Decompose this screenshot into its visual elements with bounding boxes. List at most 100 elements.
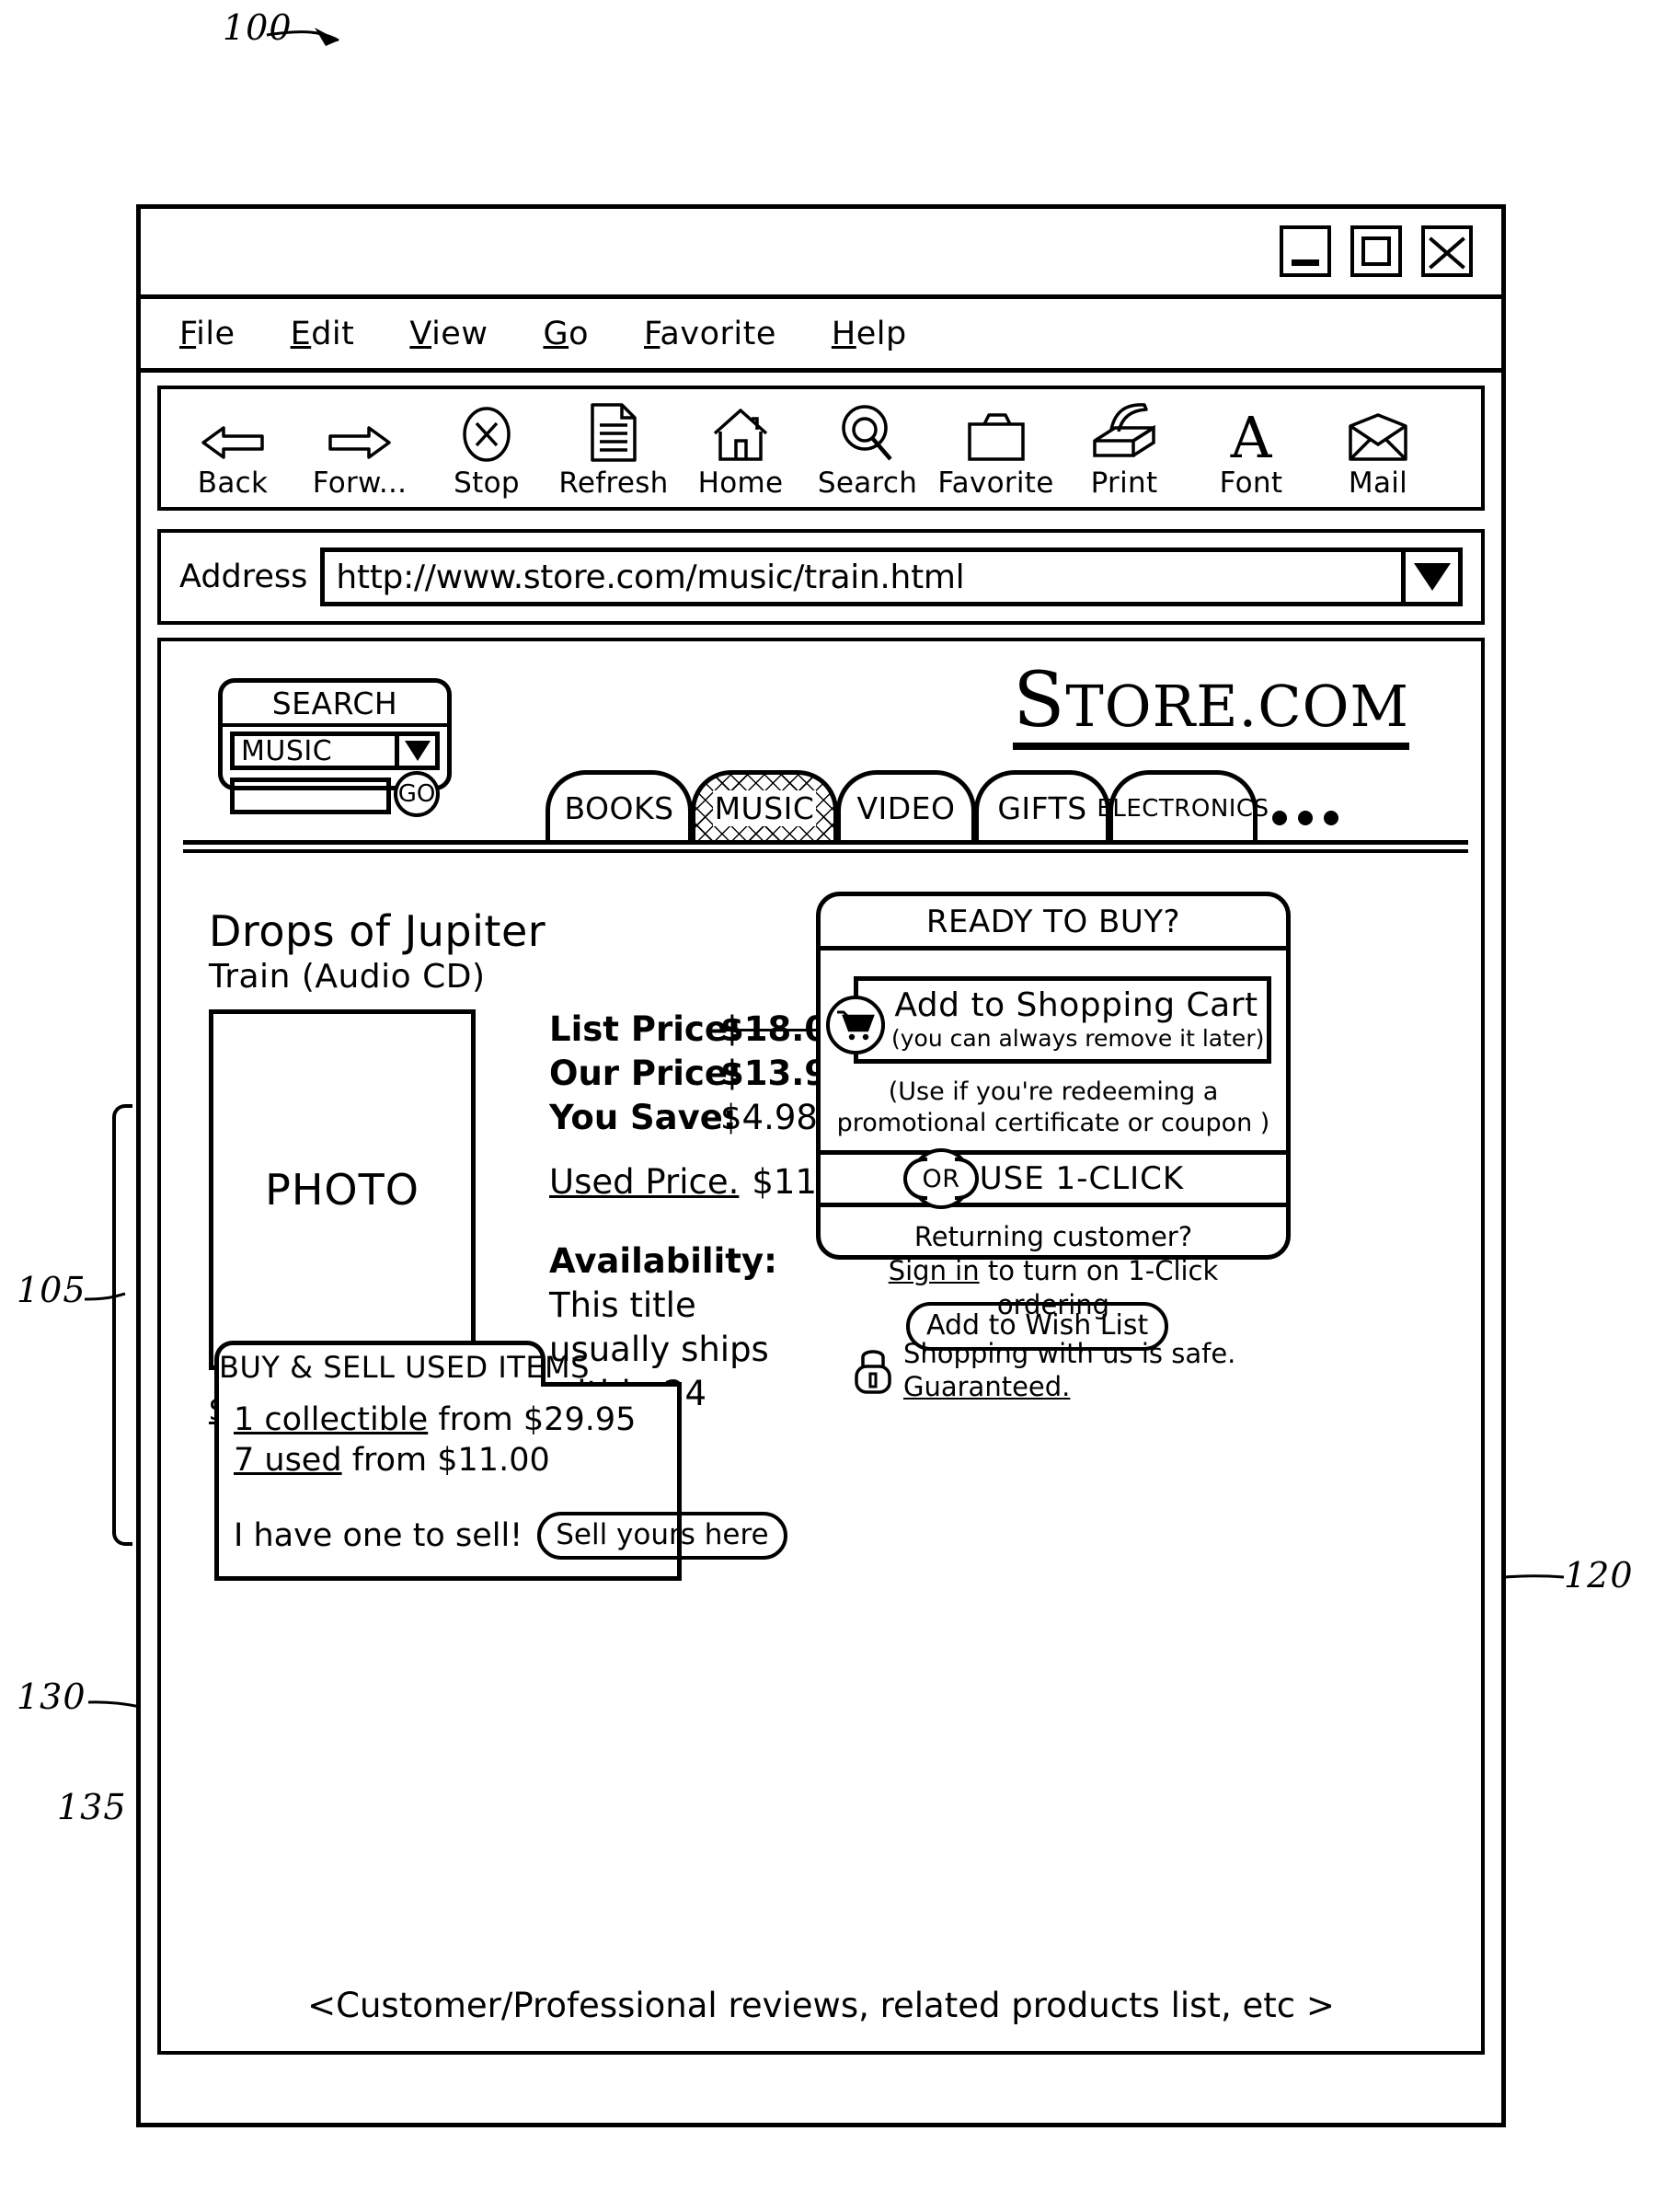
toolbar-button-forward[interactable]: Forw...	[312, 404, 408, 500]
address-input-wrap[interactable]: http://www.store.com/music/train.html	[320, 547, 1463, 606]
toolbar-button-favorite[interactable]: Favorite	[937, 404, 1053, 500]
sign-in-link[interactable]: Sign in	[889, 1255, 980, 1286]
site-search-category-select[interactable]: MUSIC	[230, 732, 440, 770]
menu-accel: H	[831, 315, 856, 352]
nav-tab-label: BOOKS	[564, 790, 674, 826]
address-dropdown-button[interactable]	[1401, 552, 1458, 602]
svg-text:A: A	[1230, 406, 1273, 463]
nav-tab-label: MUSIC	[712, 790, 817, 826]
ref-numeral-120: 120	[1564, 1555, 1634, 1596]
menu-item-go[interactable]: Go	[543, 316, 589, 352]
toolbar-strip: Back Forw... Stop Refresh Home Search Fa…	[141, 373, 1501, 520]
add-to-cart-label: Add to Shopping Cart	[894, 986, 1258, 1024]
or-badge-label: OR	[920, 1164, 962, 1193]
collectible-count-link[interactable]: 1 collectible	[234, 1401, 428, 1438]
availability-label: Availability:	[549, 1241, 777, 1281]
nav-tab-label: ELECTRONICS	[1097, 794, 1269, 823]
toolbar-button-home[interactable]: Home	[693, 404, 788, 500]
menu-item-view[interactable]: View	[409, 316, 488, 352]
toolbar-button-back[interactable]: Back	[185, 404, 281, 500]
menu-label: dit	[311, 315, 355, 352]
menu-accel: G	[543, 315, 569, 352]
returning-customer-prompt: Returning customer?	[913, 1221, 1193, 1252]
menu-label: iew	[431, 315, 488, 352]
nav-tab-electronics[interactable]: ELECTRONICS	[1097, 770, 1269, 842]
ref-numeral-100: 100	[223, 7, 293, 48]
site-search-go-button[interactable]: GO	[394, 771, 440, 817]
menu-bar: File Edit View Go Favorite Help	[141, 299, 1501, 373]
maximize-button[interactable]	[1350, 225, 1402, 277]
arrow-right-icon	[327, 404, 393, 463]
toolbar-button-print[interactable]: Print	[1076, 403, 1172, 500]
used-price-text: from $11.00	[341, 1442, 550, 1479]
ref-numeral-130: 130	[17, 1676, 86, 1717]
shopping-cart-icon	[826, 996, 885, 1054]
site-search-title: SEARCH	[223, 683, 447, 727]
price-label: List Price:	[549, 1009, 741, 1049]
sell-row: I have one to sell! Sell yours here	[234, 1512, 787, 1560]
nav-tab-books[interactable]: BOOKS	[546, 770, 693, 842]
used-price-label[interactable]: Used Price.	[549, 1162, 739, 1202]
toolbar-label: Refresh	[558, 467, 669, 500]
reviews-placeholder-note: <Customer/Professional reviews, related …	[307, 1986, 1335, 2025]
menu-label: elp	[856, 315, 907, 352]
toolbar-button-refresh[interactable]: Refresh	[558, 403, 668, 500]
toolbar-button-search[interactable]: Search	[818, 404, 917, 500]
stop-x-circle-icon	[460, 404, 513, 463]
sell-yours-here-button[interactable]: Sell yours here	[537, 1512, 787, 1560]
padlock-icon	[852, 1344, 894, 1396]
menu-label: ile	[196, 315, 235, 352]
title-bar	[141, 209, 1501, 299]
envelope-icon	[1345, 404, 1411, 463]
toolbar-button-mail[interactable]: Mail	[1330, 404, 1426, 500]
toolbar-label: Stop	[454, 467, 520, 500]
menu-label: avorite	[660, 315, 776, 352]
price-label: Our Price:	[549, 1054, 741, 1093]
chevron-down-icon	[404, 741, 431, 761]
close-button[interactable]	[1421, 225, 1473, 277]
site-search-category-arrow[interactable]	[395, 736, 435, 766]
toolbar-label: Mail	[1348, 467, 1408, 500]
price-label: You Save:	[549, 1098, 737, 1137]
arrow-left-icon	[200, 404, 266, 463]
menu-accel: E	[290, 315, 312, 352]
menu-accel: V	[409, 315, 432, 352]
product-title: Drops of Jupiter	[209, 906, 546, 956]
nav-tab-music[interactable]: MUSIC	[691, 770, 838, 842]
address-input[interactable]: http://www.store.com/music/train.html	[325, 559, 1401, 596]
minimize-icon	[1292, 259, 1319, 266]
nav-tab-gifts[interactable]: GIFTS	[974, 770, 1110, 842]
store-logo-cap: S	[1013, 657, 1066, 744]
add-to-wish-list-button[interactable]: Add to Wish List	[906, 1302, 1169, 1351]
minimize-button[interactable]	[1280, 225, 1331, 277]
guaranteed-link[interactable]: Guaranteed.	[903, 1371, 1070, 1402]
page-viewport: SEARCH MUSIC GO STORE.COM BOOKS MUSIC VI…	[157, 638, 1485, 2055]
folder-icon	[966, 404, 1027, 463]
menu-item-file[interactable]: File	[179, 316, 235, 352]
add-to-cart-sublabel: (you can always remove it later)	[891, 1025, 1265, 1052]
nav-tab-video[interactable]: VIDEO	[836, 770, 976, 842]
more-tabs-ellipsis-icon[interactable]	[1272, 811, 1350, 825]
site-search-input[interactable]	[230, 778, 391, 814]
site-nav-tabs: BOOKS MUSIC VIDEO GIFTS ELECTRONICS	[546, 770, 1350, 842]
ref-numeral-135: 135	[57, 1787, 127, 1827]
site-search-widget: SEARCH MUSIC GO	[218, 678, 452, 817]
menu-item-help[interactable]: Help	[832, 316, 907, 352]
menu-item-favorite[interactable]: Favorite	[644, 316, 776, 352]
add-to-shopping-cart-button[interactable]: Add to Shopping Cart (you can always rem…	[826, 976, 1271, 1064]
toolbar-button-font[interactable]: A Font	[1203, 404, 1299, 500]
toolbar-label: Back	[197, 467, 269, 500]
product-subtitle: Train (Audio CD)	[209, 958, 486, 996]
or-badge: OR	[903, 1148, 979, 1209]
menu-item-edit[interactable]: Edit	[291, 316, 355, 352]
nav-divider-rule	[183, 840, 1468, 853]
menu-accel: F	[644, 315, 660, 352]
toolbar-label: Favorite	[937, 467, 1054, 500]
toolbar: Back Forw... Stop Refresh Home Search Fa…	[157, 386, 1485, 511]
product-photo[interactable]: PHOTO	[209, 1009, 476, 1370]
address-label: Address	[179, 559, 308, 595]
toolbar-button-stop[interactable]: Stop	[439, 404, 534, 500]
used-count-link[interactable]: 7 used	[234, 1442, 342, 1479]
house-icon	[711, 404, 770, 463]
site-search-category-value: MUSIC	[241, 734, 333, 767]
